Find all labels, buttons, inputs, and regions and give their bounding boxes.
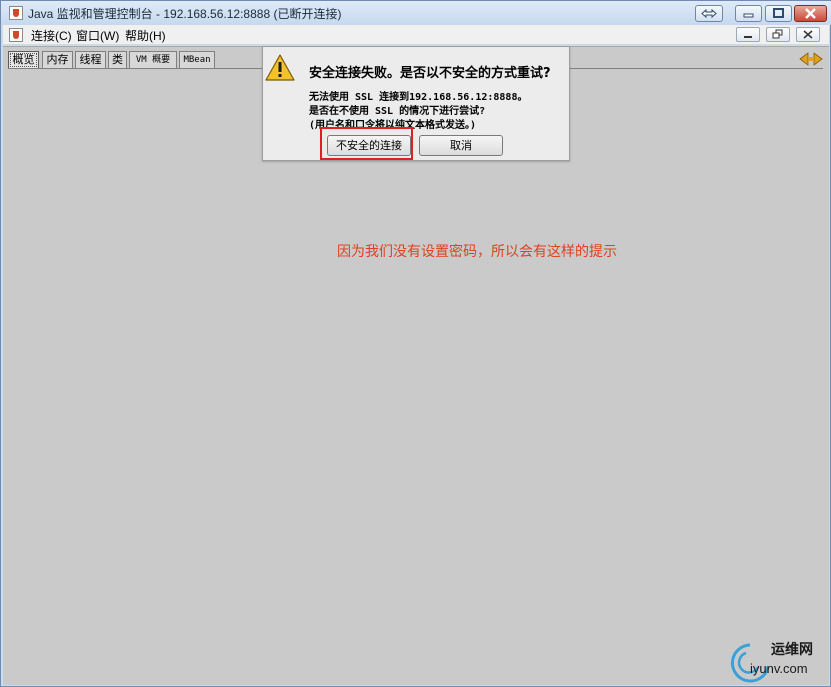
mdi-restore-button[interactable] bbox=[766, 27, 790, 42]
close-button[interactable] bbox=[794, 5, 827, 22]
title-bar[interactable]: Java 监视和管理控制台 - 192.168.56.12:8888 (已断开连… bbox=[1, 1, 831, 25]
menu-connection[interactable]: 连接(C) bbox=[31, 27, 72, 44]
minimize-button[interactable] bbox=[735, 5, 762, 22]
tab-vm-summary[interactable]: VM 概要 bbox=[129, 51, 177, 69]
java-menu-icon[interactable] bbox=[9, 28, 23, 42]
highlight-box bbox=[320, 127, 413, 160]
java-app-icon[interactable] bbox=[9, 6, 23, 20]
tab-scroll-arrows-icon[interactable] bbox=[799, 52, 823, 66]
tab-overview[interactable]: 概览 bbox=[8, 51, 39, 69]
annotation-text: 因为我们没有设置密码，所以会有这样的提示 bbox=[337, 244, 617, 260]
mdi-close-button[interactable] bbox=[796, 27, 820, 42]
warning-icon bbox=[265, 54, 295, 81]
mdi-minimize-button[interactable] bbox=[736, 27, 760, 42]
menu-bar: 连接(C) 窗口(W) 帮助(H) bbox=[3, 25, 829, 45]
window-title: Java 监视和管理控制台 - 192.168.56.12:8888 (已断开连… bbox=[28, 7, 342, 21]
dialog-message-line-1: 无法使用 SSL 连接到192.168.56.12:8888。 bbox=[309, 92, 528, 103]
dialog-title: 安全连接失败。是否以不安全的方式重试? bbox=[309, 66, 551, 81]
switch-icon[interactable] bbox=[695, 5, 723, 22]
tab-threads[interactable]: 线程 bbox=[75, 51, 106, 69]
application-window: Java 监视和管理控制台 - 192.168.56.12:8888 (已断开连… bbox=[0, 0, 831, 687]
cancel-button[interactable]: 取消 bbox=[419, 135, 503, 156]
tab-memory[interactable]: 内存 bbox=[42, 51, 73, 69]
dialog-message-line-2: 是否在不使用 SSL 的情况下进行尝试? bbox=[309, 106, 486, 117]
menu-help[interactable]: 帮助(H) bbox=[125, 27, 166, 44]
menu-window[interactable]: 窗口(W) bbox=[76, 27, 119, 44]
watermark-site-url: iyunv.com bbox=[750, 661, 808, 676]
maximize-button[interactable] bbox=[765, 5, 792, 22]
tab-mbean[interactable]: MBean bbox=[179, 51, 215, 69]
tab-classes[interactable]: 类 bbox=[108, 51, 127, 69]
watermark-site-name: 运维网 bbox=[771, 642, 813, 658]
